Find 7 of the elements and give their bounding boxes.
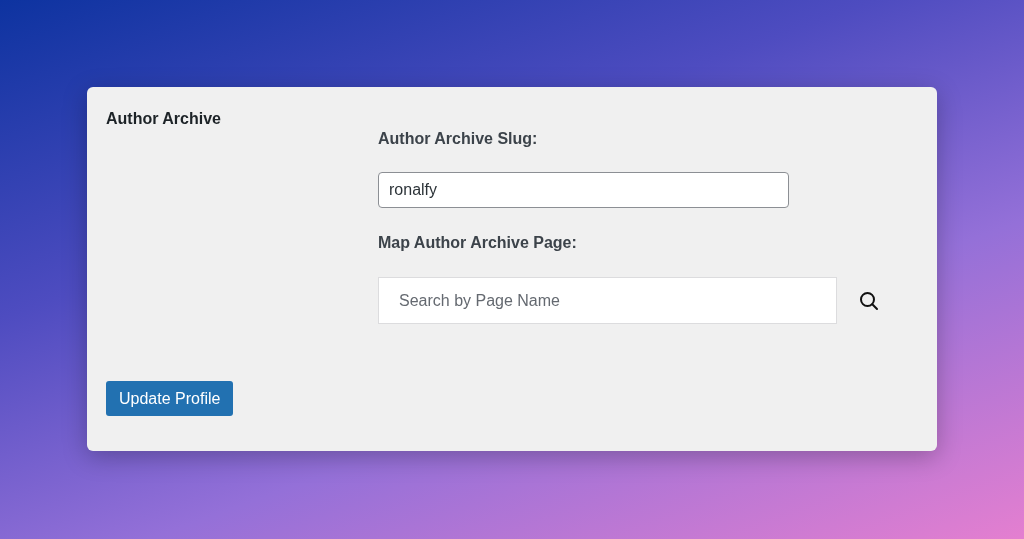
- search-icon[interactable]: [859, 290, 879, 311]
- field-label: Author Archive Slug:: [378, 130, 538, 148]
- search-field[interactable]: Search by Page Name: [378, 277, 837, 324]
- section-title: Author Archive: [106, 110, 221, 127]
- update-profile-button[interactable]: Update Profile: [106, 381, 234, 416]
- field-label: Map Author Archive Page:: [378, 234, 577, 252]
- slug-input-field[interactable]: ronalfy: [378, 172, 789, 208]
